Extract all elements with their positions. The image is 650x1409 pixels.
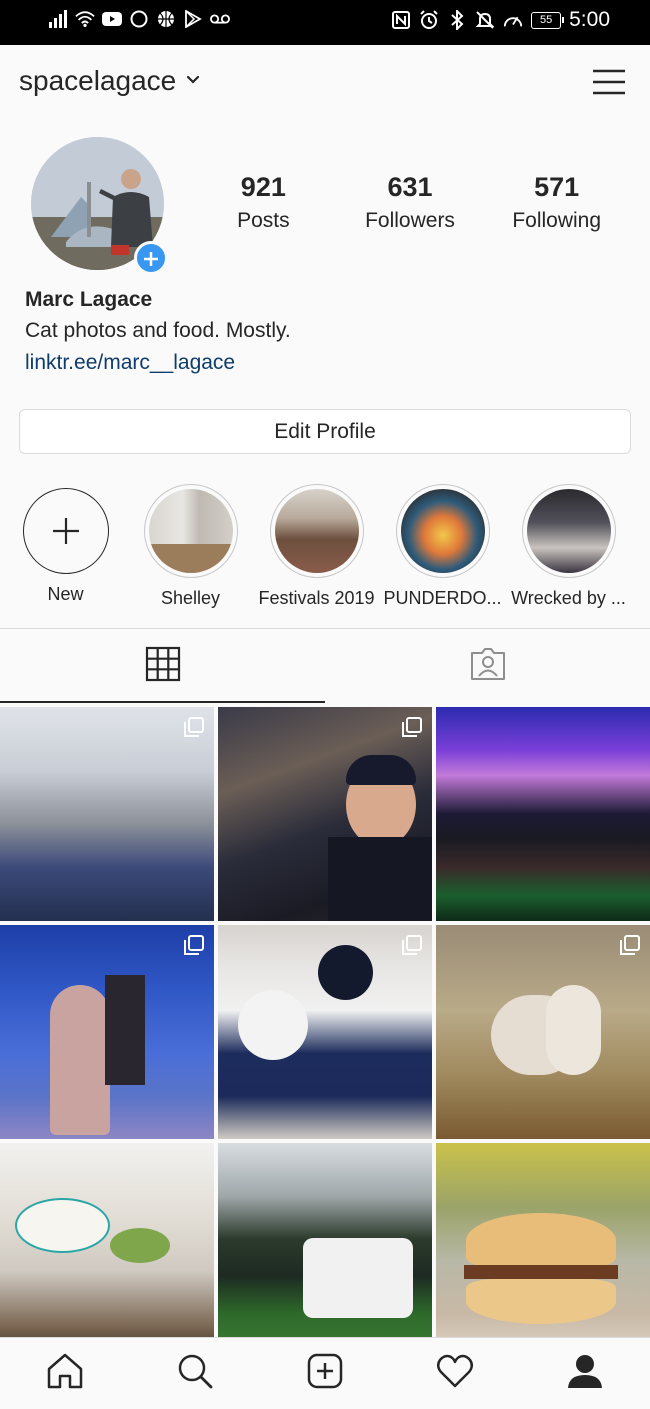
play-store-icon (183, 9, 203, 29)
highlight-new[interactable]: New (3, 484, 128, 605)
stat-value: 921 (240, 172, 286, 202)
alarm-icon (419, 10, 439, 30)
stat-label: Followers (365, 209, 455, 232)
grid-post[interactable] (436, 1143, 650, 1357)
active-tab-indicator (0, 701, 325, 703)
nav-new-post[interactable] (260, 1338, 390, 1409)
highlight-cover (526, 489, 611, 573)
highlight-cover-ring (395, 484, 490, 578)
nav-activity[interactable] (390, 1338, 520, 1409)
highlight-label: PUNDERDO... (383, 588, 502, 608)
highlight-festivals-2019[interactable]: Festivals 2019 (254, 484, 379, 609)
status-bar: 55 5:00 (0, 0, 650, 45)
stat-label: Following (512, 209, 602, 232)
tab-tagged[interactable] (325, 629, 650, 703)
status-left-icons (48, 9, 230, 29)
profile-stats: 921 Posts 631 Followers 571 Following (190, 172, 630, 233)
voicemail-icon (210, 9, 230, 29)
grid-post[interactable] (436, 925, 650, 1139)
nav-home[interactable] (0, 1338, 130, 1409)
stat-value: 571 (534, 172, 580, 202)
carousel-icon (184, 717, 204, 737)
basketball-icon (156, 9, 176, 29)
plus-icon (22, 488, 109, 574)
profile-icon (567, 1353, 603, 1394)
stat-label: Posts (237, 209, 290, 232)
bio-link[interactable]: linktr.ee/marc__lagace (25, 351, 291, 375)
carousel-icon (402, 717, 422, 737)
tab-grid[interactable] (0, 629, 325, 703)
bio-text: Cat photos and food. Mostly. (25, 319, 291, 342)
photo-grid (0, 707, 650, 1357)
nav-profile[interactable] (520, 1338, 650, 1409)
highlight-label: New (47, 584, 84, 604)
circle-icon (129, 9, 149, 29)
bio-section: Marc Lagace Cat photos and food. Mostly.… (25, 288, 291, 375)
stat-followers[interactable]: 631 Followers (337, 172, 484, 233)
signal-icon (48, 9, 68, 29)
bluetooth-icon (447, 10, 467, 30)
bottom-navigation (0, 1337, 650, 1409)
highlight-cover (148, 489, 233, 573)
grid-icon (145, 646, 181, 687)
add-story-button[interactable] (134, 241, 168, 275)
grid-post[interactable] (218, 707, 432, 921)
username: spacelagace (19, 65, 177, 96)
carousel-icon (620, 935, 640, 955)
speedometer-icon (503, 10, 523, 30)
grid-post[interactable] (0, 1143, 214, 1357)
nfc-icon (391, 10, 411, 30)
mute-icon (475, 10, 495, 30)
plus-icon (143, 245, 159, 271)
battery-icon: 55 (531, 11, 565, 29)
search-icon (176, 1352, 214, 1395)
grid-post[interactable] (218, 1143, 432, 1357)
story-highlights: New Shelley Festivals 2019 PUNDERDO... W… (0, 484, 650, 614)
stat-following[interactable]: 571 Following (483, 172, 630, 233)
wifi-icon (75, 9, 95, 29)
chevron-down-icon (186, 72, 200, 90)
heart-icon (436, 1353, 474, 1394)
carousel-icon (184, 935, 204, 955)
highlight-label: Wrecked by ... (511, 588, 626, 608)
profile-header: spacelagace (0, 45, 650, 125)
add-post-icon (306, 1352, 344, 1395)
display-name: Marc Lagace (25, 288, 153, 311)
highlight-wrecked[interactable]: Wrecked by ... (506, 484, 631, 609)
grid-post[interactable] (218, 925, 432, 1139)
highlight-cover (400, 489, 485, 573)
carousel-icon (402, 935, 422, 955)
stat-value: 631 (387, 172, 433, 202)
stat-posts[interactable]: 921 Posts (190, 172, 337, 233)
highlight-cover-ring (269, 484, 364, 578)
highlight-cover-ring (521, 484, 616, 578)
hamburger-menu-icon[interactable] (592, 67, 626, 97)
highlight-shelley[interactable]: Shelley (128, 484, 253, 609)
highlight-cover-ring (143, 484, 238, 578)
highlight-label: Festivals 2019 (258, 588, 375, 608)
highlight-cover (274, 489, 359, 573)
highlight-punderdome[interactable]: PUNDERDO... (380, 484, 505, 609)
clock-time: 5:00 (569, 8, 610, 31)
grid-post[interactable] (0, 707, 214, 921)
edit-profile-button[interactable]: Edit Profile (19, 409, 631, 454)
home-icon (46, 1352, 84, 1395)
grid-post[interactable] (436, 707, 650, 921)
youtube-icon (102, 9, 122, 29)
grid-post[interactable] (0, 925, 214, 1139)
status-right-icons: 55 5:00 (391, 8, 610, 32)
account-switcher[interactable]: spacelagace (19, 65, 200, 97)
nav-search[interactable] (130, 1338, 260, 1409)
highlight-label: Shelley (160, 588, 221, 608)
tagged-person-icon (470, 647, 506, 686)
